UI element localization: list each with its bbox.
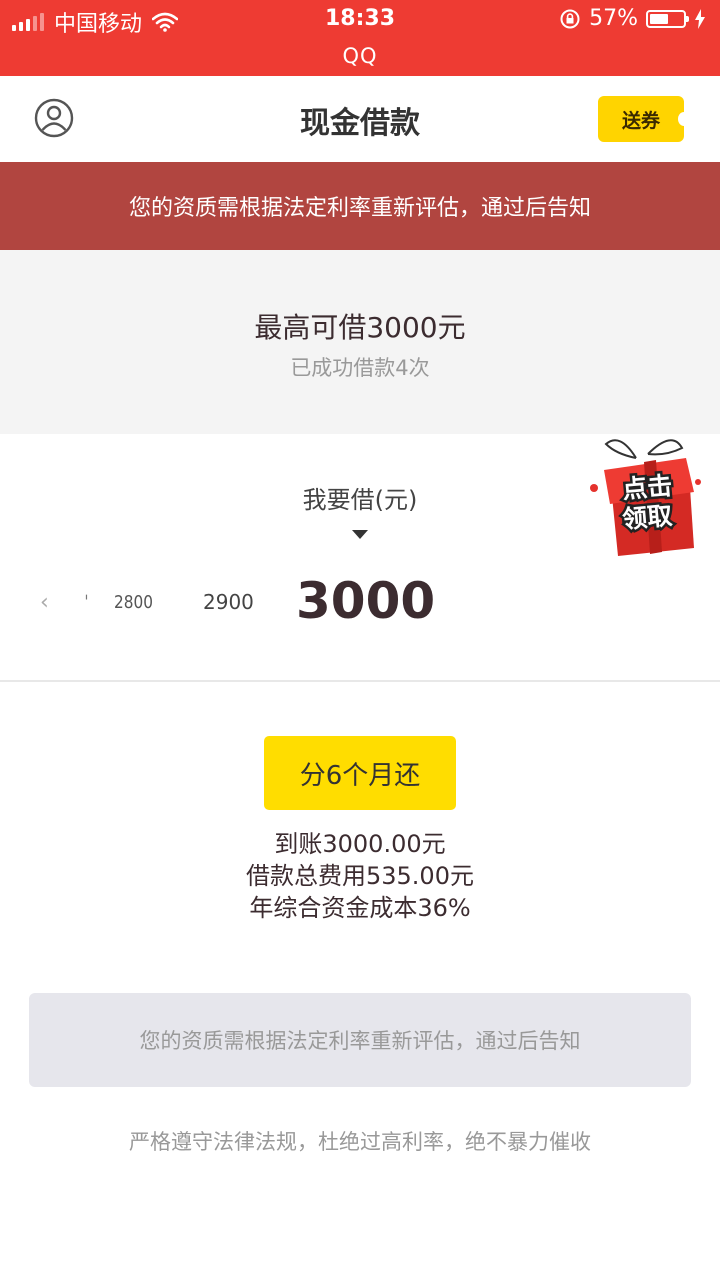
- ruler-value-2900[interactable]: 2900: [203, 590, 254, 614]
- status-right: 57%: [559, 6, 706, 31]
- compliance-statement: 严格遵守法律法规，杜绝过高利率，绝不暴力催收: [129, 1130, 591, 1154]
- status-app-name: QQ: [342, 44, 378, 68]
- borrow-amount-label: 我要借(元): [302, 486, 418, 514]
- annual-cost: 年综合资金成本36%: [249, 894, 471, 922]
- ruler-tick-mark: ˈ: [84, 592, 89, 613]
- ruler-value-2800[interactable]: 2800: [114, 592, 153, 613]
- credit-limit-panel: 最高可借3000元 已成功借款4次: [0, 250, 720, 434]
- total-fee: 借款总费用535.00元: [246, 862, 474, 890]
- status-bar: 中国移动 18:33 QQ 57%: [0, 0, 720, 76]
- divider: [0, 680, 720, 682]
- fee-summary: 到账3000.00元 借款总费用535.00元 年综合资金成本36%: [0, 828, 720, 924]
- battery-percent: 57%: [589, 6, 638, 31]
- battery-icon: [646, 9, 689, 28]
- ruler-left-chevron-icon[interactable]: ‹: [40, 590, 49, 615]
- repayment-term-button[interactable]: 分6个月还: [264, 736, 456, 810]
- max-limit-label: 最高可借3000元: [254, 311, 466, 344]
- success-count-label: 已成功借款4次: [290, 356, 430, 380]
- selected-amount[interactable]: 3000: [296, 572, 435, 630]
- amount-pointer-icon: [352, 530, 368, 539]
- arrival-amount: 到账3000.00元: [274, 830, 446, 858]
- notice-banner: 您的资质需根据法定利率重新评估，通过后告知: [0, 162, 720, 250]
- qualification-notice-card[interactable]: 您的资质需根据法定利率重新评估，通过后告知: [29, 993, 691, 1087]
- coupon-button[interactable]: 送券: [598, 96, 690, 142]
- nav-bar: 现金借款 送券: [0, 76, 720, 163]
- rotation-lock-icon: [560, 9, 580, 28]
- charging-bolt-icon: [695, 8, 705, 29]
